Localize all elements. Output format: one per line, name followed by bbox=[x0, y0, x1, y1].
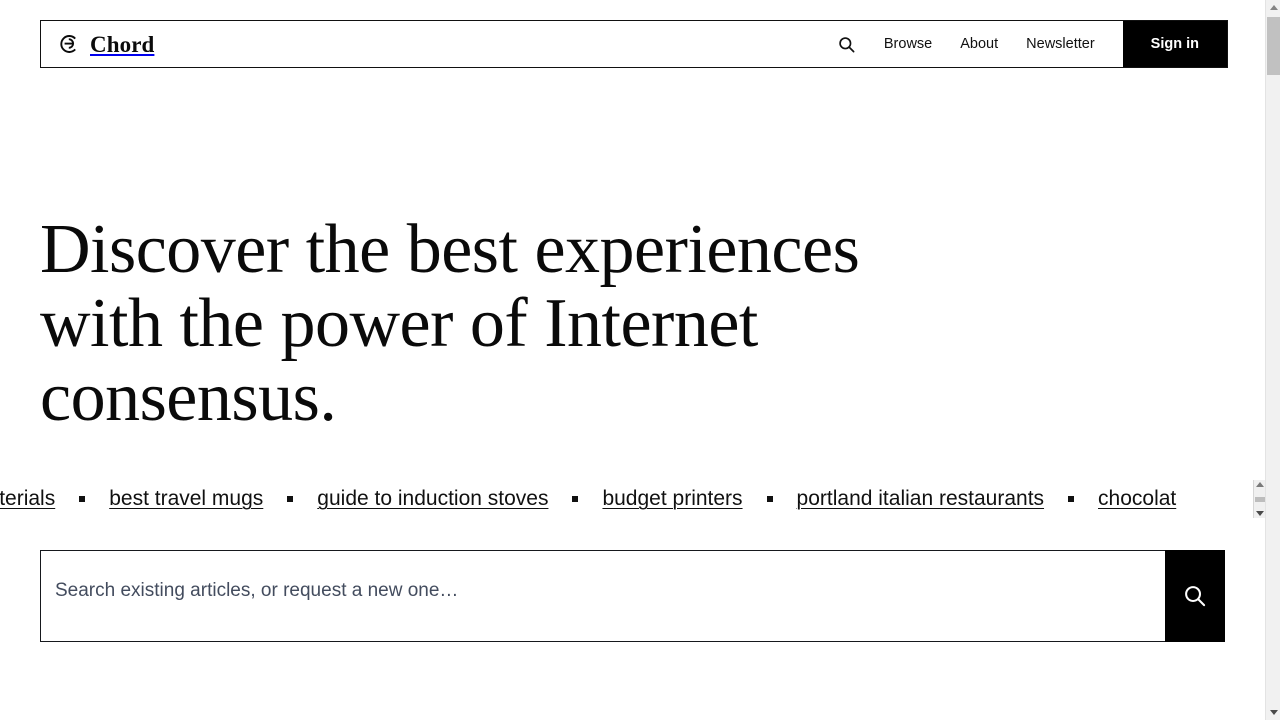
tag-link-guide-to-induction-stoves[interactable]: guide to induction stoves bbox=[317, 478, 548, 520]
search-icon bbox=[839, 36, 855, 52]
tag-link-budget-printers[interactable]: budget printers bbox=[602, 478, 742, 520]
tag-link-best-travel-mugs[interactable]: best travel mugs bbox=[109, 478, 263, 520]
trending-tag-strip: eet materials best travel mugs guide to … bbox=[0, 478, 1280, 520]
square-bullet-icon bbox=[766, 496, 773, 502]
search-input[interactable] bbox=[40, 550, 1165, 642]
scrollbar-thumb[interactable] bbox=[1267, 17, 1280, 75]
nav-search-button[interactable] bbox=[827, 21, 870, 67]
page-root: Chord Browse About Newsletter Sign in Di… bbox=[0, 0, 1280, 720]
scroll-thumb[interactable] bbox=[1254, 496, 1266, 502]
scrollbar-up-button[interactable] bbox=[1266, 0, 1280, 15]
site-header: Chord Browse About Newsletter Sign in bbox=[40, 20, 1228, 68]
primary-nav: Browse About Newsletter Sign in bbox=[827, 21, 1227, 67]
square-bullet-icon bbox=[1068, 496, 1075, 502]
header-spacer bbox=[154, 21, 826, 67]
page-title: Discover the best experiences with the p… bbox=[40, 211, 860, 436]
nav-item-about[interactable]: About bbox=[946, 21, 1012, 67]
tag-link-chocolate[interactable]: chocolat bbox=[1098, 478, 1176, 520]
square-bullet-icon bbox=[572, 496, 579, 502]
caret-down-icon bbox=[1269, 710, 1278, 715]
chord-logo-icon bbox=[60, 35, 76, 53]
tag-track: eet materials best travel mugs guide to … bbox=[0, 478, 1176, 520]
sign-in-button[interactable]: Sign in bbox=[1122, 21, 1227, 67]
search-icon bbox=[1185, 586, 1206, 607]
caret-up-icon bbox=[1269, 5, 1278, 10]
tag-link-portland-italian-restaurants[interactable]: portland italian restaurants bbox=[797, 478, 1044, 520]
nav-item-browse[interactable]: Browse bbox=[870, 21, 946, 67]
brand-logo-link[interactable]: Chord bbox=[41, 21, 154, 67]
caret-down-icon[interactable] bbox=[1256, 511, 1264, 516]
hero-section: Discover the best experiences with the p… bbox=[40, 213, 1140, 435]
square-bullet-icon bbox=[79, 496, 86, 502]
tag-link-sheet-materials[interactable]: eet materials bbox=[0, 478, 55, 520]
brand-name: Chord bbox=[90, 31, 155, 57]
search-row bbox=[40, 550, 1225, 642]
page-scrollbar[interactable] bbox=[1265, 0, 1280, 720]
search-submit-button[interactable] bbox=[1165, 550, 1225, 642]
caret-up-icon[interactable] bbox=[1256, 482, 1264, 487]
nav-item-newsletter[interactable]: Newsletter bbox=[1012, 21, 1109, 67]
scrollbar-down-button[interactable] bbox=[1266, 705, 1280, 720]
square-bullet-icon bbox=[287, 496, 294, 502]
